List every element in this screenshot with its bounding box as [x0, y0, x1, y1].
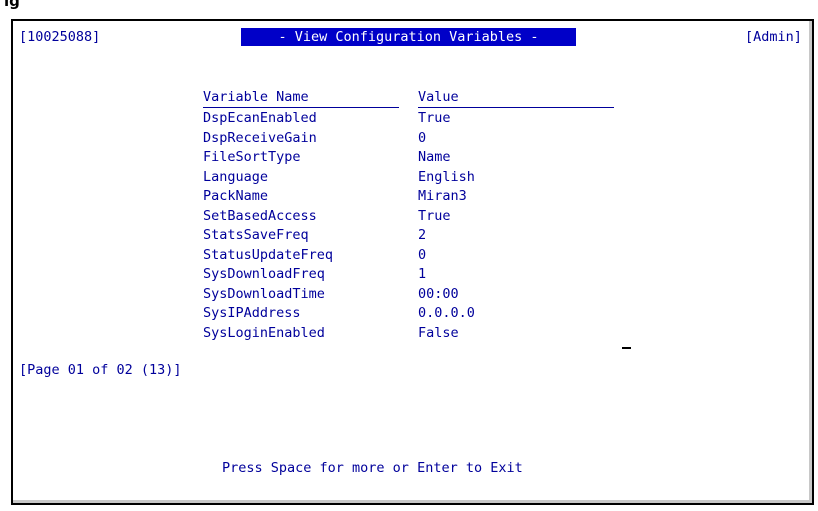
table-row: SysDownloadTime 00:00 — [203, 285, 618, 305]
table-row: SetBasedAccess True — [203, 207, 618, 227]
table-row: Language English — [203, 168, 618, 188]
variable-value: 1 — [418, 266, 427, 282]
column-header-variable-name: Variable Name — [203, 89, 399, 108]
table-row: StatsSaveFreq 2 — [203, 226, 618, 246]
variable-name: SysIPAddress — [203, 305, 301, 321]
text-cursor — [622, 347, 631, 349]
session-id-label: [10025088] — [19, 29, 101, 45]
variable-value: 0.0.0.0 — [418, 305, 475, 321]
variable-name: StatusUpdateFreq — [203, 246, 334, 263]
screen-title: - View Configuration Variables - — [241, 28, 576, 46]
table-row: DspReceiveGain 0 — [203, 129, 618, 149]
variable-name: FileSortType — [203, 149, 301, 165]
clipped-caption-fragment: ig — [4, 0, 20, 10]
table-row: StatusUpdateFreq 0 — [203, 246, 618, 266]
clipped-top-strip: ig — [0, 0, 818, 18]
variable-name: SetBasedAccess — [203, 207, 317, 224]
variable-value: 0 — [418, 129, 427, 146]
navigation-prompt: Press Space for more or Enter to Exit — [222, 460, 523, 476]
variable-value: Miran3 — [418, 188, 467, 204]
variable-name: SysDownloadFreq — [203, 266, 325, 282]
variable-name: SysDownloadTime — [203, 285, 325, 302]
variable-value: English — [418, 168, 475, 185]
table-row: DspEcanEnabled True — [203, 109, 618, 129]
variable-value: True — [418, 207, 451, 224]
variable-name: Language — [203, 168, 269, 185]
variable-name: DspReceiveGain — [203, 129, 317, 146]
table-row: SysLoginEnabled False — [203, 324, 618, 344]
table-row: SysIPAddress 0.0.0.0 — [203, 304, 618, 324]
variable-value: True — [418, 110, 451, 126]
variable-name: DspEcanEnabled — [203, 110, 317, 126]
variable-table: DspEcanEnabled True DspReceiveGain 0 Fil… — [203, 109, 618, 343]
variable-name: PackName — [203, 188, 269, 204]
variable-value: Name — [418, 149, 451, 165]
page-indicator: [Page 01 of 02 (13)] — [19, 362, 182, 378]
variable-value: 2 — [418, 227, 427, 243]
user-role-label: [Admin] — [745, 29, 802, 45]
terminal-window[interactable]: [10025088] - View Configuration Variable… — [11, 19, 814, 505]
variable-value: False — [418, 324, 459, 341]
variable-value: 0 — [418, 246, 427, 263]
variable-value: 00:00 — [418, 285, 459, 302]
table-row: SysDownloadFreq 1 — [203, 265, 618, 285]
variable-name: StatsSaveFreq — [203, 227, 309, 243]
table-row: PackName Miran3 — [203, 187, 618, 207]
variable-name: SysLoginEnabled — [203, 324, 325, 341]
column-header-value: Value — [418, 89, 614, 108]
table-row: FileSortType Name — [203, 148, 618, 168]
